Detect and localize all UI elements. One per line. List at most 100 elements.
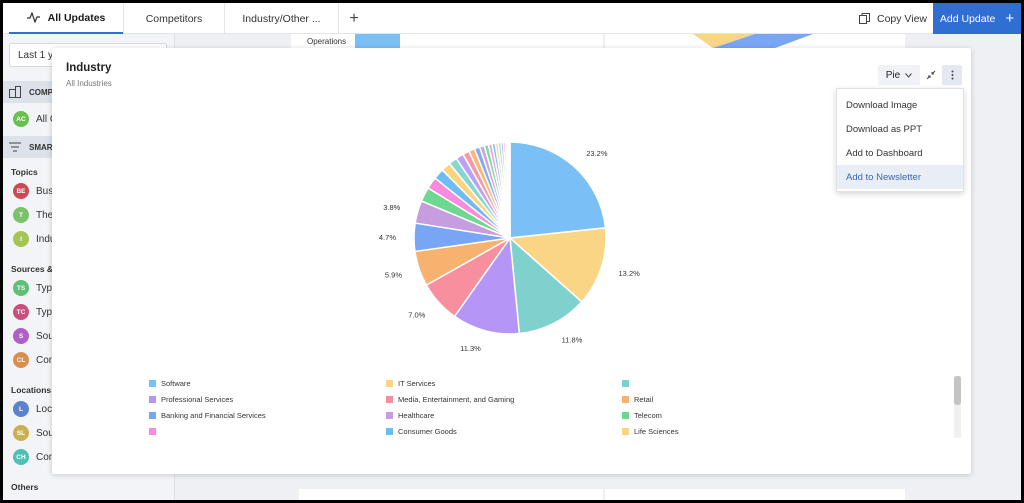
background-bar — [355, 34, 400, 48]
sidebar-item[interactable]: CL Con — [13, 351, 54, 369]
legend-item[interactable]: Banking and Financial Services — [149, 410, 266, 420]
pie-chart: 23.2% 13.2% 11.8% 11.3% 7.0% 5.9% 4.7% 3.8% — [379, 141, 641, 353]
sidebar-item-label: The — [36, 209, 54, 221]
sidebar-item[interactable]: SL Sou — [13, 424, 54, 442]
legend-item[interactable]: Media, Entertainment, and Gaming — [386, 394, 514, 404]
avatar: AC — [13, 111, 29, 127]
activity-icon — [26, 12, 40, 23]
slice-label: 11.8% — [562, 336, 583, 345]
legend-swatch — [386, 411, 393, 419]
avatar: CH — [13, 449, 29, 465]
legend-label: Professional Services — [161, 394, 234, 404]
tab-label: Industry/Other ... — [242, 12, 321, 25]
sidebar-item[interactable]: I Indu — [13, 230, 55, 248]
background-card — [605, 489, 905, 500]
avatar: L — [13, 401, 29, 417]
slice-label: 11.3% — [460, 344, 481, 353]
legend-swatch — [622, 379, 629, 387]
sidebar-item[interactable]: L Loca — [13, 400, 58, 418]
legend-label: Retail — [634, 394, 654, 404]
sidebar-item[interactable]: TS Type — [13, 279, 58, 297]
background-chart-card: Operations — [291, 34, 603, 48]
sidebar-item-label: Bus — [36, 185, 54, 197]
avatar: BE — [13, 183, 29, 199]
legend-swatch — [386, 427, 393, 435]
menu-item-add-to-dashboard[interactable]: Add to Dashboard — [837, 141, 963, 165]
menu-item-add-to-newsletter[interactable]: Add to Newsletter — [837, 165, 963, 189]
tab-all-updates[interactable]: All Updates — [9, 3, 123, 34]
slice-label: 23.2% — [586, 149, 608, 158]
building-icon — [9, 86, 21, 98]
app-window: All Updates Competitors Industry/Other .… — [3, 3, 1021, 500]
copy-icon — [859, 13, 870, 24]
legend-swatch — [149, 427, 156, 435]
legend-item[interactable] — [622, 378, 634, 388]
legend-swatch — [149, 379, 156, 387]
industry-chart-dialog: Industry All Industries Pie 23.2% 13.2% 11… — [52, 48, 971, 474]
options-menu: Download Image Download as PPT Add to Da… — [836, 88, 964, 192]
avatar: T — [13, 207, 29, 223]
copy-view-button[interactable]: Copy View — [859, 3, 927, 34]
menu-item-download-image[interactable]: Download Image — [837, 93, 963, 117]
legend-label: Banking and Financial Services — [161, 410, 266, 420]
slice-label: 13.2% — [619, 269, 641, 278]
legend-label: Consumer Goods — [398, 426, 457, 436]
plus-icon: + — [1005, 10, 1015, 27]
top-bar: All Updates Competitors Industry/Other .… — [3, 3, 1021, 34]
menu-item-download-ppt[interactable]: Download as PPT — [837, 117, 963, 141]
chart-legend: Software IT Services Professional Services… — [149, 378, 829, 438]
sidebar-item[interactable]: TC Type — [13, 303, 58, 321]
background-chart-card — [605, 34, 905, 48]
sidebar-heading: Topics — [11, 167, 38, 177]
tab-label: Competitors — [145, 12, 203, 25]
avatar: S — [13, 328, 29, 344]
plus-icon: + — [349, 9, 359, 27]
sidebar-item[interactable]: T The — [13, 206, 53, 224]
avatar: TC — [13, 304, 29, 320]
slice-label: 5.9% — [385, 271, 402, 280]
legend-item[interactable]: Professional Services — [149, 394, 233, 404]
legend-item[interactable]: Telecom — [622, 410, 662, 420]
avatar: TS — [13, 280, 29, 296]
background-card — [299, 489, 603, 500]
legend-item[interactable]: IT Services — [386, 378, 435, 388]
legend-label: Media, Entertainment, and Gaming — [398, 394, 515, 404]
tab-competitors[interactable]: Competitors — [124, 3, 224, 34]
avatar: I — [13, 231, 29, 247]
slice-label: 3.8% — [383, 203, 400, 212]
sidebar-item[interactable]: S Sou — [13, 327, 54, 345]
sidebar-heading: Locations — [11, 385, 52, 395]
legend-label: Telecom — [634, 410, 662, 420]
sidebar-item[interactable]: BE Bus — [13, 182, 53, 200]
add-update-label: Add Update — [939, 12, 996, 25]
add-tab-button[interactable]: + — [339, 3, 369, 34]
legend-swatch — [622, 427, 629, 435]
avatar: SL — [13, 425, 29, 441]
background-pie — [693, 34, 813, 48]
legend-swatch — [386, 395, 393, 403]
avatar: CL — [13, 352, 29, 368]
legend-item[interactable]: Software — [149, 378, 191, 388]
legend-label: IT Services — [398, 378, 436, 388]
legend-swatch — [622, 411, 629, 419]
tab-industry-other[interactable]: Industry/Other ... — [225, 3, 338, 34]
scroll-thumb[interactable] — [954, 376, 961, 405]
sidebar-item-all-companies[interactable]: AC All C — [13, 110, 57, 128]
legend-swatch — [149, 411, 156, 419]
legend-item[interactable]: Life Sciences — [622, 426, 679, 436]
copy-view-label: Copy View — [877, 12, 927, 25]
legend-item[interactable] — [149, 426, 161, 436]
legend-label: Software — [161, 378, 191, 388]
add-update-button[interactable]: Add Update + — [933, 3, 1021, 34]
legend-item[interactable]: Healthcare — [386, 410, 434, 420]
sidebar-item[interactable]: CH Con — [13, 448, 54, 466]
legend-item[interactable]: Consumer Goods — [386, 426, 457, 436]
legend-swatch — [622, 395, 629, 403]
legend-item[interactable]: Retail — [622, 394, 653, 404]
legend-swatch — [149, 395, 156, 403]
tab-label: All Updates — [47, 11, 106, 24]
slice-label: 7.0% — [408, 310, 425, 319]
legend-scrollbar[interactable] — [954, 376, 961, 438]
legend-label: Healthcare — [398, 410, 435, 420]
slice-label: 4.7% — [379, 233, 396, 242]
